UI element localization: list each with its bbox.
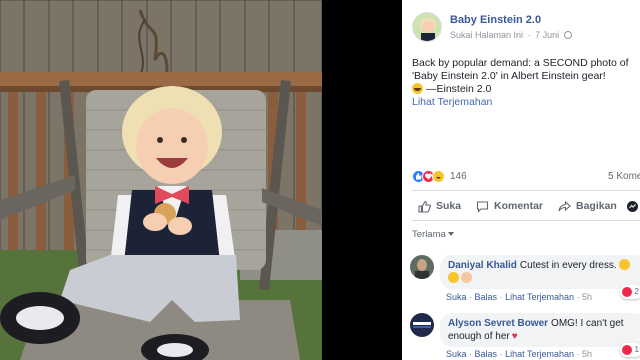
comment-author-link[interactable]: Alyson Sevret Bower (448, 318, 548, 329)
post-meta: Sukai Halaman Ini · 7 Juni (450, 30, 574, 40)
comment-text: enough of her (448, 331, 510, 342)
post-text-line-3: —Einstein 2.0 (412, 83, 638, 96)
comment-actions-separator: · (576, 349, 580, 359)
post-text-line-2: 'Baby Einstein 2.0' in Albert Einstein g… (412, 70, 606, 82)
comment-reaction-count: 2 (634, 287, 639, 296)
post-panel: Baby Einstein 2.0 Sukai Halaman Ini · 7 … (402, 0, 640, 360)
messenger-icon (627, 200, 638, 212)
comment-text: Cutest in every dress. (519, 260, 617, 271)
messenger-share-button[interactable] (626, 196, 640, 216)
comment-actions-separator: · (469, 292, 473, 302)
like-label: Suka (436, 200, 462, 212)
comment-reply-link[interactable]: Balas (475, 292, 498, 302)
comment-actions-separator: · (499, 292, 503, 302)
chevron-down-icon (447, 232, 454, 236)
heart-emoji-icon: ♥ (511, 331, 518, 342)
comment-sort-dropdown[interactable]: Terlama (412, 229, 454, 240)
comment-line: Alyson Sevret Bower OMG! I can't get (448, 317, 638, 330)
post-signature: —Einstein 2.0 (426, 83, 492, 95)
comment-line: Daniyal Khalid Cutest in every dress. (448, 259, 638, 272)
page-avatar[interactable] (412, 12, 442, 42)
reactions-summary[interactable]: 146 5 Kome (412, 170, 640, 184)
post-message: Back by popular demand: a SECOND photo o… (412, 57, 638, 96)
smiling-emoji-icon (618, 259, 630, 270)
globe-icon (563, 31, 572, 39)
sort-label: Terlama (412, 229, 446, 240)
like-page-link[interactable]: Sukai Halaman Ini (450, 30, 523, 40)
comment-actions-separator: · (576, 292, 580, 302)
comment-label: Komentar (494, 200, 544, 212)
comment-line: enough of her ♥ (448, 330, 638, 343)
baby-emoji-icon (461, 272, 472, 283)
comment-time[interactable]: 5h (582, 349, 592, 359)
comment-button[interactable]: Komentar (476, 196, 543, 216)
page-name-link[interactable]: Baby Einstein 2.0 (450, 14, 541, 26)
share-button[interactable]: Bagikan (558, 196, 617, 216)
comment-line (448, 272, 638, 285)
comment-count-link[interactable]: 5 Kome (608, 171, 640, 182)
post-actions: Suka Komentar Bagikan (412, 196, 640, 216)
comment-reply-link[interactable]: Balas (475, 349, 498, 359)
comment-bubble: Daniyal Khalid Cutest in every dress. (440, 255, 640, 289)
post-photo[interactable] (0, 0, 322, 360)
laughing-emoji-icon (412, 83, 423, 94)
haha-reaction-icon (432, 170, 445, 183)
divider (412, 220, 640, 221)
commenter-avatar[interactable] (410, 313, 434, 337)
comment-actions: Suka · Balas · Lihat Terjemahan · 5h (446, 292, 592, 302)
reaction-count[interactable]: 146 (450, 171, 467, 182)
photo-viewer-background (322, 0, 402, 360)
share-arrow-icon (558, 200, 571, 211)
comment-bubble: Alyson Sevret Bower OMG! I can't get enou… (440, 313, 640, 347)
comment-time[interactable]: 5h (582, 292, 592, 302)
comment-item: Daniyal Khalid Cutest in every dress. 2 S… (410, 255, 640, 303)
meta-separator: · (527, 30, 531, 40)
post-date[interactable]: 7 Juni (535, 30, 559, 40)
divider (412, 190, 640, 191)
comment-item: Alyson Sevret Bower OMG! I can't get enou… (410, 313, 640, 360)
comment-translate-link[interactable]: Lihat Terjemahan (505, 292, 574, 302)
comment-reaction-count: 1 (634, 345, 639, 354)
post-header: Baby Einstein 2.0 Sukai Halaman Ini · 7 … (412, 12, 640, 44)
see-translation-link[interactable]: Lihat Terjemahan (412, 96, 492, 108)
share-label: Bagikan (576, 200, 617, 212)
comment-author-link[interactable]: Daniyal Khalid (448, 260, 517, 271)
hugging-emoji-icon (448, 272, 459, 283)
comment-actions-separator: · (499, 349, 503, 359)
comment-reaction-badge[interactable]: 1 (620, 343, 640, 357)
comment-reaction-badge[interactable]: 2 (620, 285, 640, 299)
comment-actions-separator: · (469, 349, 473, 359)
comment-text: OMG! I can't get (551, 318, 624, 329)
comment-icon (476, 200, 489, 213)
post-text-line-1: Back by popular demand: a SECOND photo o… (412, 57, 629, 69)
comment-translate-link[interactable]: Lihat Terjemahan (505, 349, 574, 359)
comment-like-link[interactable]: Suka (446, 349, 467, 359)
like-button[interactable]: Suka (418, 196, 461, 216)
comment-like-link[interactable]: Suka (446, 292, 467, 302)
comment-actions: Suka · Balas · Lihat Terjemahan · 5h (446, 349, 592, 359)
reaction-icons (412, 170, 452, 184)
commenter-avatar[interactable] (410, 255, 434, 279)
thumbs-up-icon (418, 200, 431, 213)
